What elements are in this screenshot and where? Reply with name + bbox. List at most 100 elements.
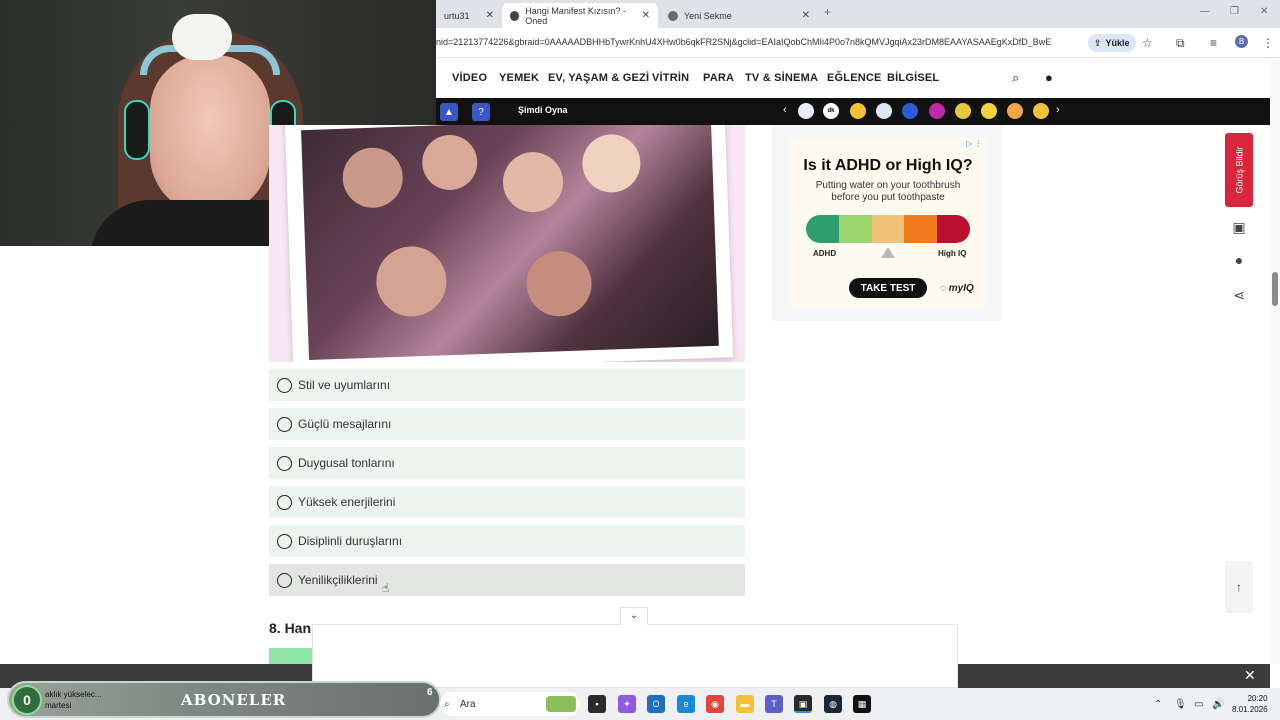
outlook-icon[interactable]: O xyxy=(647,695,665,713)
microphone-icon[interactable]: 🎙 xyxy=(1174,699,1187,710)
comments-icon[interactable]: ● xyxy=(1228,252,1250,274)
url-field[interactable]: nid=21213774226&gbraid=0AAAAADBHHbTywrKn… xyxy=(436,37,1066,47)
feedback-label: Görüş Bildir xyxy=(1234,146,1245,194)
clock-time: 20:20 xyxy=(1247,694,1268,703)
new-tab-button[interactable]: + xyxy=(824,5,831,19)
clock-date: 8.01.2026 xyxy=(1232,705,1268,714)
sidebar-ad[interactable]: ▷ ⋮ Is it ADHD or High IQ? Putting water… xyxy=(772,125,1002,321)
channel-chip[interactable] xyxy=(955,103,971,119)
photo-figure xyxy=(341,146,404,209)
quiz-option[interactable]: Güçlü mesajlarını xyxy=(269,408,745,440)
channel-chip[interactable] xyxy=(1007,103,1023,119)
bookmark-star-icon[interactable]: ☆ xyxy=(1142,36,1153,50)
group-photo xyxy=(301,125,719,361)
nav-item-video[interactable]: VİDEO xyxy=(452,72,487,84)
photo-figure xyxy=(501,151,565,214)
search-highlight-icon xyxy=(546,696,576,712)
taskbar-search-input[interactable]: ⌕ Ara xyxy=(440,692,580,716)
scrollbar-thumb[interactable] xyxy=(1272,272,1278,306)
close-icon[interactable]: ✕ xyxy=(1244,667,1256,684)
radio-button[interactable] xyxy=(277,416,292,432)
nav-item-tv-sinema[interactable]: TV & SİNEMA xyxy=(745,72,818,84)
volume-icon[interactable]: 🔊 xyxy=(1212,699,1224,710)
chevron-down-icon[interactable]: ⌄ xyxy=(620,607,648,625)
close-icon[interactable]: ✕ xyxy=(642,10,650,21)
radio-button[interactable] xyxy=(277,494,292,510)
quiz-option[interactable]: Duygusal tonlarını xyxy=(269,447,745,479)
channel-chip[interactable] xyxy=(850,103,866,119)
quiz-option-hovered[interactable]: Yenilikçiliklerini xyxy=(269,564,745,596)
teams-icon[interactable]: T xyxy=(765,695,783,713)
ad-choices-icon[interactable]: ▷ ⋮ xyxy=(966,139,982,148)
channel-chip-dk[interactable]: dk xyxy=(823,103,839,119)
take-test-button[interactable]: TAKE TEST xyxy=(849,278,927,298)
tab-active-quiz[interactable]: Hangi Manifest Kızısın? - Oned ✕ xyxy=(502,3,658,28)
option-label: Duygusal tonlarını xyxy=(298,456,395,470)
radio-button[interactable] xyxy=(277,533,292,549)
user-icon[interactable]: ● xyxy=(1045,70,1053,85)
file-explorer-icon[interactable]: ▬ xyxy=(736,695,754,713)
nav-item-eglence[interactable]: EĞLENCE xyxy=(827,72,882,84)
network-icon[interactable]: ▭ xyxy=(1194,699,1203,710)
nav-item-vitrin[interactable]: VİTRİN xyxy=(652,72,689,84)
channel-chip[interactable] xyxy=(902,103,918,119)
chevron-left-icon[interactable]: ‹ xyxy=(783,104,787,116)
nav-item-bilgisel[interactable]: BİLGİSEL xyxy=(887,72,939,84)
profile-avatar[interactable]: B xyxy=(1235,35,1248,48)
upload-button[interactable]: ⇪ Yükle xyxy=(1088,34,1136,52)
ad-card[interactable]: ▷ ⋮ Is it ADHD or High IQ? Putting water… xyxy=(790,137,986,307)
close-icon[interactable]: ✕ xyxy=(486,10,494,21)
scroll-to-top-button[interactable]: ↑ xyxy=(1225,561,1253,613)
channel-chip[interactable] xyxy=(929,103,945,119)
window-close-icon[interactable]: ✕ xyxy=(1260,6,1268,17)
quiz-option[interactable]: Yüksek enerjilerini xyxy=(269,486,745,518)
page-scrollbar[interactable] xyxy=(1270,58,1280,664)
search-icon[interactable]: ⌕ xyxy=(1012,70,1019,86)
radio-button[interactable] xyxy=(277,572,292,588)
ad-title: Is it ADHD or High IQ? xyxy=(803,157,973,174)
streaming-app-icon[interactable]: ▣ xyxy=(794,695,812,713)
quiz-options: Stil ve uyumlarını Güçlü mesajlarını Duy… xyxy=(269,369,745,603)
channel-chip[interactable] xyxy=(798,103,814,119)
radio-button[interactable] xyxy=(277,377,292,393)
nav-item-ev-yasam-gezi[interactable]: EV, YAŞAM & GEZİ xyxy=(548,72,649,84)
restore-icon[interactable]: ❐ xyxy=(1230,6,1239,17)
play-now-link[interactable]: Şimdi Oyna xyxy=(518,105,568,115)
taskbar-clock[interactable]: 20:20 8.01.2026 xyxy=(1232,693,1268,715)
photo-figure xyxy=(375,245,448,318)
tab-previous[interactable]: urtu31 ✕ xyxy=(436,3,502,28)
chevron-right-icon[interactable]: › xyxy=(1056,104,1060,116)
emoji-chip[interactable] xyxy=(1033,103,1049,119)
chrome-icon[interactable]: ◉ xyxy=(706,695,724,713)
nav-item-para[interactable]: PARA xyxy=(703,72,734,84)
minimize-icon[interactable]: — xyxy=(1200,6,1210,17)
game-logo-icon[interactable]: ▲ xyxy=(440,103,458,121)
next-question-heading: 8. Han xyxy=(269,620,312,636)
share-icon[interactable]: ⋖ xyxy=(1228,287,1250,309)
meter-pointer-icon xyxy=(881,247,895,258)
task-view-icon[interactable]: ▪ xyxy=(588,695,606,713)
help-button[interactable]: ? xyxy=(472,103,490,121)
game-app-icon[interactable]: ▦ xyxy=(853,695,871,713)
bookmark-icon[interactable]: ▣ xyxy=(1228,219,1250,241)
option-label: Stil ve uyumlarını xyxy=(298,378,391,392)
menu-icon[interactable]: ⋮ xyxy=(1262,36,1274,50)
ad-brand-logo: ◌ myIQ xyxy=(940,283,974,294)
nav-item-yemek[interactable]: YEMEK xyxy=(499,72,539,84)
quiz-option[interactable]: Disiplinli duruşlarını xyxy=(269,525,745,557)
sticky-bottom-ad[interactable] xyxy=(312,624,958,688)
quiz-option[interactable]: Stil ve uyumlarını xyxy=(269,369,745,401)
channel-chip[interactable] xyxy=(876,103,892,119)
extensions-icon[interactable]: ⧉ xyxy=(1176,36,1185,51)
tab-new[interactable]: Yeni Sekme ✕ xyxy=(660,3,818,28)
media-icon[interactable]: ≡ xyxy=(1210,36,1217,50)
feedback-button[interactable]: Görüş Bildir xyxy=(1225,133,1253,207)
edge-icon[interactable]: e xyxy=(677,695,695,713)
steam-icon[interactable]: ◍ xyxy=(824,695,842,713)
copilot-icon[interactable]: ✦ xyxy=(618,695,636,713)
option-label: Yenilikçiliklerini xyxy=(298,573,378,587)
channel-chip[interactable] xyxy=(981,103,997,119)
radio-button[interactable] xyxy=(277,455,292,471)
close-icon[interactable]: ✕ xyxy=(802,10,810,21)
tray-chevron-up-icon[interactable]: ⌃ xyxy=(1154,699,1162,710)
